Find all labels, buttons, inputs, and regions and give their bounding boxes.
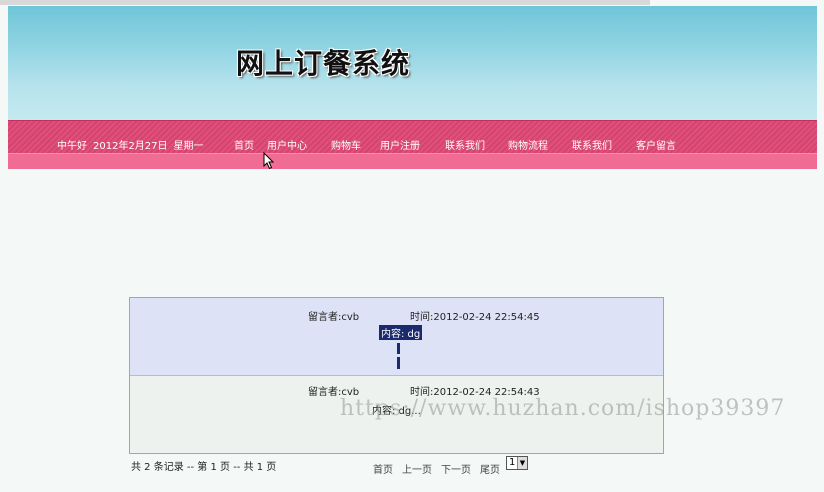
nav-sub-strip xyxy=(8,153,817,169)
message-content-selected[interactable]: 内容: dg xyxy=(379,325,423,340)
date-text: 2012年2月27日 xyxy=(93,141,168,152)
message-author: 留言者:cvb xyxy=(308,312,360,323)
nav-item-cart[interactable]: 购物车 xyxy=(331,137,361,152)
greeting-text: 中午好 xyxy=(57,141,87,152)
chevron-down-icon: ▼ xyxy=(517,457,527,469)
nav-item-home[interactable]: 首页 xyxy=(234,137,254,152)
message-board: 留言者:cvb 时间:2012-02-24 22:54:45 内容: dg 留言… xyxy=(129,297,664,454)
nav-item-register[interactable]: 用户注册 xyxy=(380,137,420,152)
prev-page-link[interactable]: 上一页 xyxy=(402,461,432,476)
mouse-pointer-icon xyxy=(263,152,275,170)
record-info: 共 2 条记录 -- 第 1 页 -- 共 1 页 xyxy=(131,462,277,473)
weekday-text: 星期一 xyxy=(173,141,204,152)
nav-item-shopping-flow[interactable]: 购物流程 xyxy=(508,137,548,152)
message-item: 留言者:cvb 时间:2012-02-24 22:54:45 内容: dg xyxy=(130,298,663,376)
page-select-value: 1 xyxy=(509,457,516,468)
site-title: 网上订餐系统 xyxy=(236,47,411,80)
caret-gap xyxy=(396,354,401,357)
last-page-link[interactable]: 尾页 xyxy=(480,461,500,476)
first-page-link[interactable]: 首页 xyxy=(373,461,393,476)
nav-item-user-center[interactable]: 用户中心 xyxy=(267,137,307,152)
page-select[interactable]: 1 ▼ xyxy=(506,456,528,470)
top-strip xyxy=(0,0,650,5)
greeting-date: 中午好 2012年2月27日 星期一 xyxy=(57,137,210,152)
message-time: 时间:2012-02-24 22:54:45 xyxy=(410,312,540,323)
nav-item-guestbook[interactable]: 客户留言 xyxy=(636,137,676,152)
next-page-link[interactable]: 下一页 xyxy=(441,461,471,476)
watermark: https://www.huzhan.com/ishop39397 xyxy=(340,396,786,421)
nav-item-contact[interactable]: 联系我们 xyxy=(445,137,485,152)
header-banner: 网上订餐系统 xyxy=(8,6,817,120)
nav-item-contact-2[interactable]: 联系我们 xyxy=(572,137,612,152)
